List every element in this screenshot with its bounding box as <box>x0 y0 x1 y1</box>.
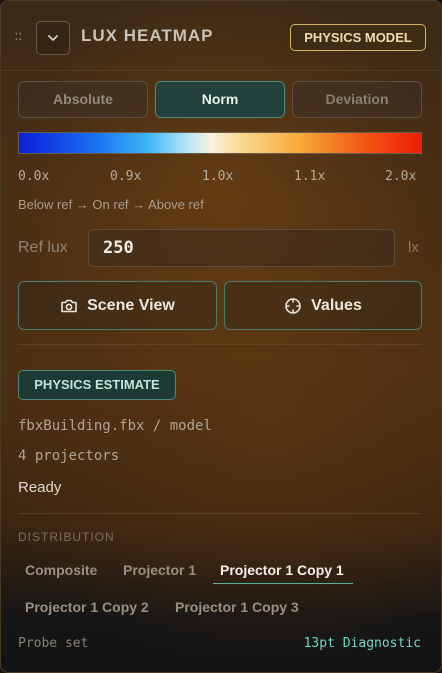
physics-estimate-badge: PHYSICS ESTIMATE <box>18 370 176 400</box>
crosshair-icon <box>285 297 301 314</box>
scene-view-label: Scene View <box>87 296 175 314</box>
projector-count: 4 projectors <box>18 448 120 464</box>
section-divider <box>18 513 422 514</box>
probe-set-label: Probe set <box>18 636 89 651</box>
scale-legend-note: Below ref → On ref → Above ref <box>18 197 204 212</box>
mode-deviation-button[interactable]: Deviation <box>292 81 422 118</box>
values-label: Values <box>311 296 362 314</box>
tab-projector-1-copy-3[interactable]: Projector 1 Copy 3 <box>175 599 299 615</box>
physics-model-badge: PHYSICS MODEL <box>290 24 426 51</box>
heatmap-color-scale <box>18 132 422 154</box>
tab-composite[interactable]: Composite <box>25 562 97 578</box>
scene-view-button[interactable]: Scene View <box>18 281 217 330</box>
panel-header: :: LUX HEATMAP PHYSICS MODEL <box>1 1 441 71</box>
distribution-label: DISTRIBUTION <box>18 530 115 544</box>
drag-handle-icon[interactable]: :: <box>14 28 23 44</box>
camera-icon <box>61 299 77 312</box>
status-text: Ready <box>18 479 62 496</box>
lux-heatmap-panel: :: LUX HEATMAP PHYSICS MODEL Absolute No… <box>0 0 442 673</box>
active-tab-indicator <box>213 583 353 584</box>
scale-tick-1: 0.9x <box>110 169 142 184</box>
ref-lux-input[interactable]: 250 <box>88 229 395 267</box>
section-divider <box>18 344 422 345</box>
mode-norm-button[interactable]: Norm <box>155 81 285 118</box>
scale-tick-4: 2.0x <box>385 169 417 184</box>
panel-title: LUX HEATMAP <box>81 26 214 45</box>
tab-projector-1[interactable]: Projector 1 <box>123 562 196 578</box>
scale-tick-0: 0.0x <box>18 169 50 184</box>
collapse-button[interactable] <box>36 21 70 55</box>
scale-tick-2: 1.0x <box>202 169 234 184</box>
model-path: fbxBuilding.fbx / model <box>18 418 212 434</box>
ref-lux-label: Ref lux <box>18 239 68 256</box>
mode-absolute-button[interactable]: Absolute <box>18 81 148 118</box>
tab-projector-1-copy-1[interactable]: Projector 1 Copy 1 <box>220 562 344 578</box>
scale-tick-3: 1.1x <box>294 169 326 184</box>
tab-projector-1-copy-2[interactable]: Projector 1 Copy 2 <box>25 599 149 615</box>
ref-lux-unit: lx <box>408 239 419 256</box>
chevron-down-icon <box>48 35 58 41</box>
values-button[interactable]: Values <box>224 281 422 330</box>
probe-set-value[interactable]: 13pt Diagnostic <box>304 636 421 651</box>
